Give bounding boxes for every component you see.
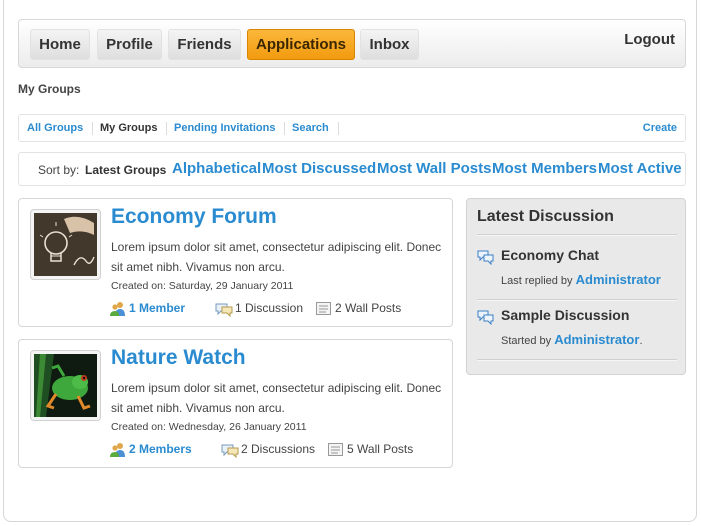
discussion-icon <box>221 444 239 458</box>
wall-posts-count: 5 Wall Posts <box>347 442 414 456</box>
nav-inbox-button[interactable]: Inbox <box>360 29 419 60</box>
logout-link[interactable]: Logout <box>624 31 675 48</box>
discussion-icon <box>215 303 233 317</box>
sort-current: Latest Groups <box>85 163 167 177</box>
divider <box>477 300 677 301</box>
tab-divider <box>284 122 285 135</box>
top-navigation: Home Profile Friends Applications Inbox … <box>18 19 686 68</box>
groups-tab-bar: All Groups My Groups Pending Invitations… <box>18 114 686 142</box>
author-link[interactable]: Administrator <box>554 332 639 347</box>
tab-search[interactable]: Search <box>292 122 329 134</box>
group-description: Lorem ipsum dolor sit amet, consectetur … <box>111 381 442 415</box>
group-avatar[interactable] <box>30 350 101 421</box>
discussion-item: Economy Chat Last replied by Administrat… <box>477 247 677 297</box>
group-created-date: Created on: Wednesday, 26 January 2011 <box>111 421 307 433</box>
tab-pending-invitations[interactable]: Pending Invitations <box>174 122 275 134</box>
discussions-count: 1 Discussion <box>235 301 304 315</box>
lightbulb-idea-image <box>34 213 97 276</box>
meta-prefix: Started by <box>501 335 552 347</box>
nav-profile-button[interactable]: Profile <box>97 29 162 60</box>
wall-posts-icon <box>316 302 331 315</box>
create-group-link[interactable]: Create <box>643 122 677 134</box>
group-title-link[interactable]: Nature Watch <box>111 346 246 370</box>
discussion-meta: Started by Administrator. <box>501 332 643 347</box>
tab-all-groups[interactable]: All Groups <box>27 122 83 134</box>
wall-posts-icon <box>328 443 343 456</box>
tab-divider <box>338 122 339 135</box>
discussion-icon <box>477 310 494 325</box>
members-icon <box>110 302 125 316</box>
discussion-icon <box>477 250 494 265</box>
divider <box>477 235 677 236</box>
discussions-count: 2 Discussions <box>241 442 316 456</box>
discussion-item: Sample Discussion Started by Administrat… <box>477 307 677 357</box>
group-card: Economy Forum Lorem ipsum dolor sit amet… <box>18 198 453 327</box>
wall-posts-count: 2 Wall Posts <box>335 301 402 315</box>
tab-divider <box>92 122 93 135</box>
meta-suffix: . <box>639 335 643 347</box>
nav-friends-button[interactable]: Friends <box>168 29 241 60</box>
frog-image <box>34 354 97 417</box>
members-icon <box>110 443 125 457</box>
group-card: Nature Watch Lorem ipsum dolor sit amet,… <box>18 339 453 468</box>
group-description: Lorem ipsum dolor sit amet, consectetur … <box>111 240 442 274</box>
group-created-date: Created on: Saturday, 29 January 2011 <box>111 280 294 292</box>
discussion-title-link[interactable]: Sample Discussion <box>501 307 629 323</box>
group-avatar[interactable] <box>30 209 101 280</box>
discussion-meta: Last replied by Administrator <box>501 272 661 287</box>
discussion-title-link[interactable]: Economy Chat <box>501 247 599 263</box>
divider <box>477 360 677 361</box>
sort-alphabetical-link[interactable]: Alphabetical <box>172 160 261 177</box>
tab-my-groups[interactable]: My Groups <box>100 122 157 134</box>
sort-bar: Sort by: Latest Groups Alphabetical Most… <box>18 152 686 186</box>
nav-home-button[interactable]: Home <box>30 29 90 60</box>
author-link[interactable]: Administrator <box>576 272 661 287</box>
sort-label: Sort by: <box>38 163 80 177</box>
tab-divider <box>166 122 167 135</box>
nav-applications-button[interactable]: Applications <box>247 29 355 60</box>
panel-title: Latest Discussion <box>477 208 614 225</box>
latest-discussion-panel: Latest Discussion Economy Chat Last repl… <box>466 198 686 375</box>
members-link[interactable]: 2 Members <box>129 442 192 456</box>
sort-most-active-link[interactable]: Most Active <box>598 160 682 177</box>
members-link[interactable]: 1 Member <box>129 301 185 315</box>
meta-prefix: Last replied by <box>501 275 573 287</box>
page-title: My Groups <box>18 82 81 96</box>
sort-most-members-link[interactable]: Most Members <box>492 160 597 177</box>
sort-most-discussed-link[interactable]: Most Discussed <box>262 160 376 177</box>
group-title-link[interactable]: Economy Forum <box>111 205 277 229</box>
sort-most-wall-posts-link[interactable]: Most Wall Posts <box>377 160 491 177</box>
